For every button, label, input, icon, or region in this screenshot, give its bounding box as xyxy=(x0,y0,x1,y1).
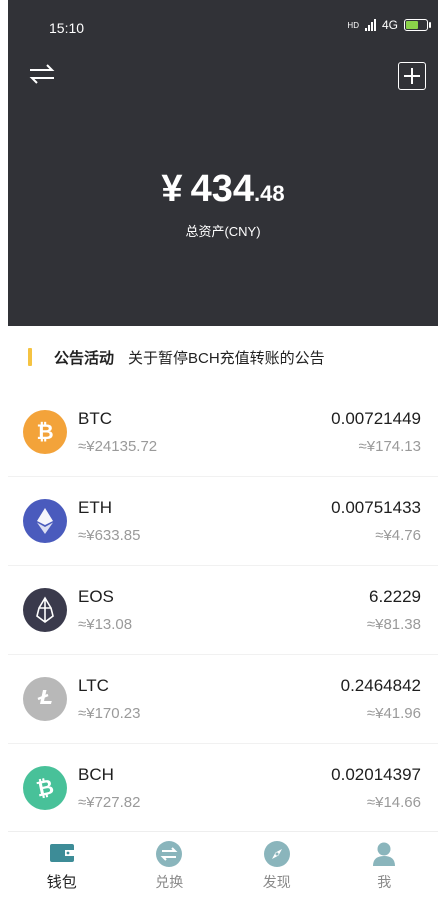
network-label: 4G xyxy=(381,18,398,32)
coin-value: ≈¥14.66 xyxy=(366,794,421,811)
tab-label: 钱包 xyxy=(46,874,77,891)
bitcoin-icon: ₿ xyxy=(23,410,67,454)
tab-label: 兑换 xyxy=(155,873,184,890)
coin-value: ≈¥4.76 xyxy=(375,527,421,544)
tab-label: 发现 xyxy=(262,873,291,890)
coin-name: LTC xyxy=(78,676,109,695)
exchange-icon xyxy=(156,840,183,867)
total-assets: ¥434.48 xyxy=(8,168,438,211)
coin-name: BCH xyxy=(78,765,114,784)
coin-amount: 0.02014397 xyxy=(331,765,421,784)
compass-icon xyxy=(263,840,290,867)
tab-wallet[interactable]: 钱包 xyxy=(8,832,116,900)
coin-price: ≈¥24135.72 xyxy=(78,438,158,455)
total-integer: 434 xyxy=(190,168,254,210)
coin-row-eth[interactable]: ETH ≈¥633.85 0.00751433 ≈¥4.76 xyxy=(8,477,438,566)
eos-icon xyxy=(23,588,67,632)
coin-row-eos[interactable]: EOS ≈¥13.08 6.2229 ≈¥81.38 xyxy=(8,566,438,655)
tab-exchange[interactable]: 兑换 xyxy=(116,832,224,900)
ethereum-icon xyxy=(23,499,67,543)
bitcoin-cash-icon: ₿ xyxy=(23,766,67,810)
hd-label: HD xyxy=(347,20,359,30)
coin-amount: 0.00721449 xyxy=(331,409,421,428)
wallet-icon xyxy=(49,840,75,866)
notice-tag: 公告活动 xyxy=(54,349,115,367)
coin-list: ₿ BTC ≈¥24135.72 0.00721449 ≈¥174.13 ETH… xyxy=(8,388,438,833)
currency-symbol: ¥ xyxy=(161,168,183,210)
notice-text[interactable]: 关于暂停BCH充值转账的公告 xyxy=(128,347,325,368)
coin-amount: 0.00751433 xyxy=(331,498,421,517)
coin-name: BTC xyxy=(78,409,112,428)
total-assets-label: 总资产(CNY) xyxy=(185,224,261,239)
tab-profile[interactable]: 我 xyxy=(331,832,439,900)
svg-text:₿: ₿ xyxy=(36,421,53,444)
total-decimal: .48 xyxy=(253,181,285,206)
coin-row-btc[interactable]: ₿ BTC ≈¥24135.72 0.00721449 ≈¥174.13 xyxy=(8,388,438,477)
profile-icon xyxy=(371,841,397,867)
tab-label: 我 xyxy=(377,873,392,890)
app-frame: 15:10 HD 4G ¥434.48 总资产(CNY) 公告活动 关于暂停BC… xyxy=(8,0,438,900)
switch-wallet-icon[interactable] xyxy=(28,63,56,85)
coin-amount: 6.2229 xyxy=(369,587,421,606)
coin-row-ltc[interactable]: LTC ≈¥170.23 0.2464842 ≈¥41.96 xyxy=(8,655,438,744)
coin-value: ≈¥41.96 xyxy=(366,705,421,722)
notice-marker xyxy=(28,348,32,366)
coin-price: ≈¥727.82 xyxy=(78,794,141,811)
signal-icon xyxy=(364,19,376,31)
svg-text:₿: ₿ xyxy=(34,776,56,800)
litecoin-icon xyxy=(23,677,67,721)
coin-price: ≈¥633.85 xyxy=(78,527,141,544)
coin-value: ≈¥81.38 xyxy=(366,616,421,633)
status-bar-right: HD 4G xyxy=(347,18,431,32)
coin-name: EOS xyxy=(78,587,114,606)
coin-price: ≈¥170.23 xyxy=(78,705,141,722)
status-time: 15:10 xyxy=(49,20,85,36)
coin-value: ≈¥174.13 xyxy=(358,438,421,455)
coin-name: ETH xyxy=(78,498,112,517)
add-asset-button[interactable] xyxy=(398,62,426,90)
coin-amount: 0.2464842 xyxy=(340,676,421,695)
coin-price: ≈¥13.08 xyxy=(78,616,133,633)
bottom-tab-bar: 钱包 兑换 发现 我 xyxy=(8,831,438,900)
announcement-bar[interactable]: 公告活动 关于暂停BCH充值转账的公告 xyxy=(8,326,438,388)
wallet-header: 15:10 HD 4G ¥434.48 总资产(CNY) xyxy=(8,0,438,326)
coin-row-bch[interactable]: ₿ BCH ≈¥727.82 0.02014397 ≈¥14.66 xyxy=(8,744,438,833)
tab-discover[interactable]: 发现 xyxy=(223,832,331,900)
battery-icon xyxy=(404,19,431,31)
